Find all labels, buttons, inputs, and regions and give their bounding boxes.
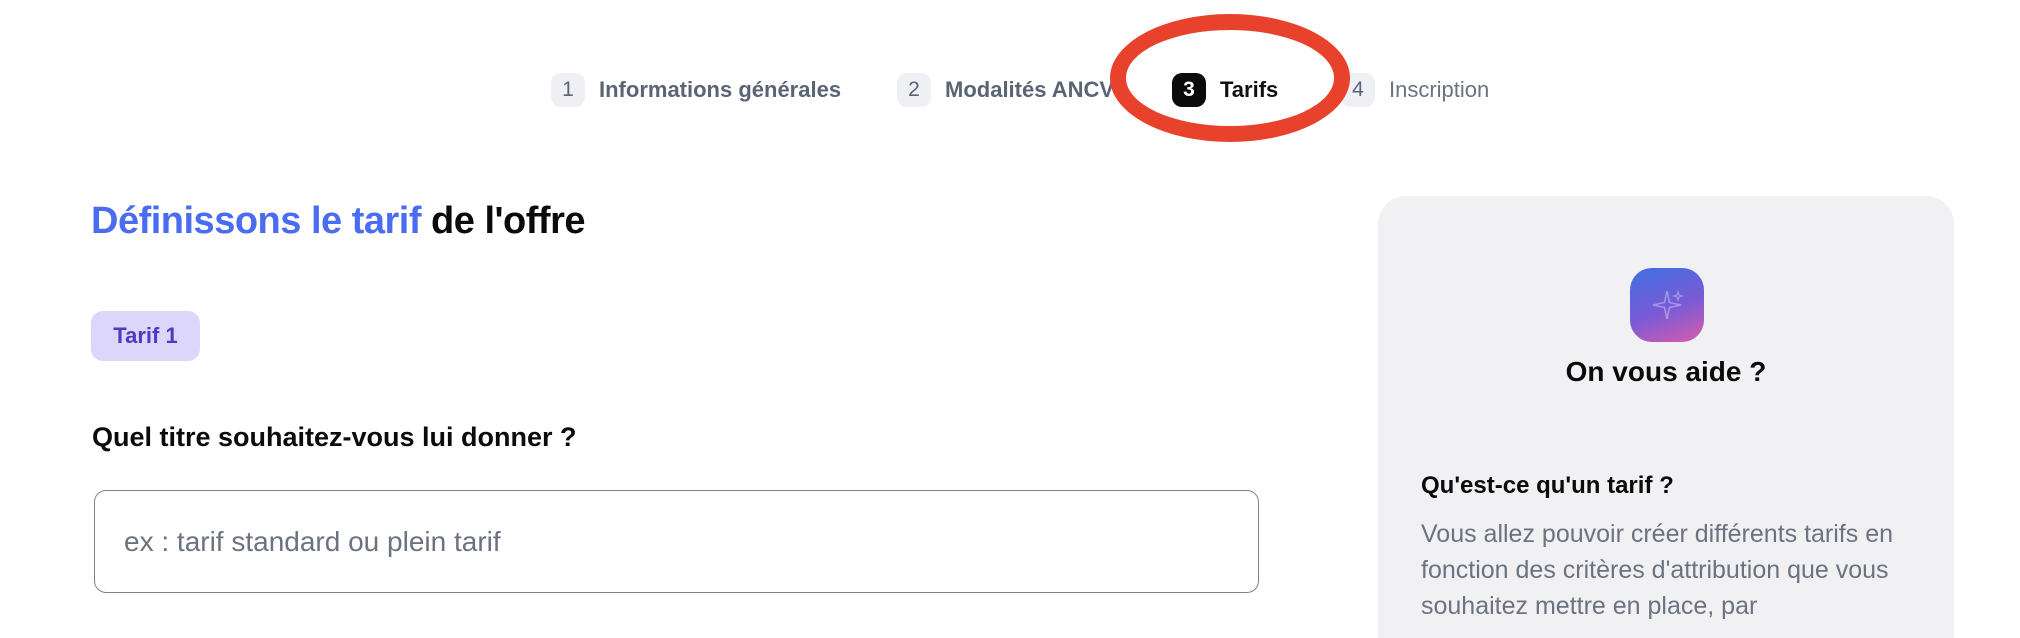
step-label: Modalités ANCV [945, 77, 1115, 102]
sparkles-icon [1630, 268, 1704, 342]
tarif-title-label: Quel titre souhaitez-vous lui donner ? [92, 422, 577, 452]
page-title: Définissons le tarif de l'offre [91, 200, 585, 243]
tarif-tab-chip[interactable]: Tarif 1 [91, 311, 200, 361]
page-title-rest: de l'offre [431, 200, 585, 242]
step-inscription[interactable]: 4 Inscription [1341, 73, 1489, 107]
step-informations-generales[interactable]: 1 Informations générales [551, 73, 841, 107]
step-label: Tarifs [1220, 77, 1279, 102]
step-tarifs[interactable]: 3 Tarifs [1172, 73, 1278, 107]
help-question: Qu'est-ce qu'un tarif ? [1421, 472, 1674, 499]
step-modalites-ancv[interactable]: 2 Modalités ANCV [897, 73, 1114, 107]
page: 1 Informations générales 2 Modalités ANC… [0, 0, 2020, 638]
page-title-accent: Définissons le tarif [91, 200, 421, 242]
step-number: 2 [897, 73, 931, 107]
step-number: 3 [1172, 73, 1206, 107]
step-label: Informations générales [599, 77, 842, 102]
step-label: Inscription [1389, 77, 1490, 102]
tarif-title-input[interactable] [94, 490, 1259, 593]
help-title: On vous aide ? [1565, 356, 1767, 387]
step-number: 4 [1341, 73, 1375, 107]
step-number: 1 [551, 73, 585, 107]
help-text: Vous allez pouvoir créer différents tari… [1421, 520, 1894, 620]
help-panel: On vous aide ? Qu'est-ce qu'un tarif ? V… [1378, 196, 1954, 638]
